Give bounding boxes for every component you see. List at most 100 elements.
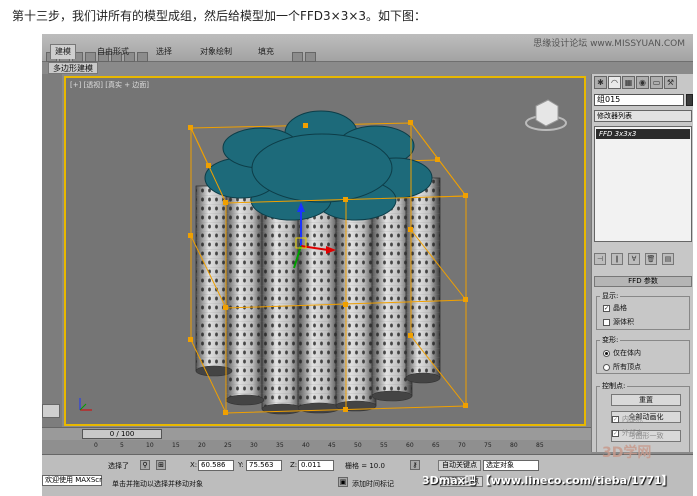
configure-sets-icon[interactable]: ▤ [662,253,674,265]
modify-icon[interactable]: ◠ [608,76,621,89]
tab-object-paint[interactable]: 对象绘制 [200,46,232,57]
x-label: X: [190,461,198,469]
outside-points-label: 外部点 [622,429,643,437]
tab-freeform[interactable]: 自由形式 [97,46,129,57]
z-coordinate-field[interactable]: 0.011 [298,460,334,471]
absolute-mode-icon[interactable]: ⊞ [156,460,166,470]
tick-label: 20 [198,442,206,449]
outside-points-checkbox[interactable]: ✓ 外部点 [612,428,643,438]
tick-label: 65 [432,442,440,449]
deform-group: 变形: 仅在体内 所有顶点 [596,335,690,374]
source-volume-checkbox[interactable]: 源体积 [603,317,634,327]
selection-count: 选择了 [108,462,129,470]
site-logo-watermark: 3D学网 [602,445,652,461]
lattice-checkbox[interactable]: ✓ 晶格 [603,303,627,313]
tick-label: 5 [120,442,124,449]
reset-button[interactable]: 重置 [611,394,681,406]
tick-label: 35 [276,442,284,449]
control-points-group-title: 控制点: [600,381,628,391]
ribbon: 建模 自由形式 选择 对象绘制 填充 思缘设计论坛 www.MISSYUAN.C… [42,34,693,62]
display-icon[interactable]: ▭ [650,76,663,89]
utilities-icon[interactable]: ⚒ [664,76,677,89]
maxscript-listener[interactable]: 欢迎使用 MAXScr [42,475,102,486]
perspective-viewport[interactable]: [+] [透视] [真实 + 边面] [64,76,586,426]
left-gutter [42,74,62,429]
tutorial-caption: 第十三步，我们讲所有的模型成组，然后给模型加一个FFD3×3×3。如下图： [12,9,427,23]
command-panel: ✱ ◠ ▦ ◉ ▭ ⚒ 组015 修改器列表 FFD 3x3x3 ⊣ ∥ ∀ 🗑 ▤ FFD 参数… [591,74,693,452]
modifier-list-dropdown[interactable]: 修改器列表 [594,110,692,122]
lattice-label: 晶格 [613,304,627,312]
object-name-field[interactable]: 组015 [594,94,684,106]
screenshot-root: 第十三步，我们讲所有的模型成组，然后给模型加一个FFD3×3×3。如下图： 建模… [0,0,697,496]
y-coordinate-field[interactable]: 75.563 [246,460,282,471]
tieba-watermark: 3Dmax吧 【www.lineco.com/tieba/1771】 [422,474,673,487]
key-icon[interactable]: ⚷ [410,460,420,470]
y-label: Y: [238,461,244,469]
tick-label: 55 [380,442,388,449]
time-slider[interactable]: 0 / 100 [82,429,162,439]
forum-watermark: 思缘设计论坛 www.MISSYUAN.COM [533,39,685,49]
radio-empty-icon [603,363,610,371]
ribbon-extra-icons[interactable] [292,47,342,62]
display-group-title: 显示: [600,291,621,301]
axis-tripod-icon [79,398,92,411]
ffd-params-rollout[interactable]: FFD 参数 [594,276,692,287]
viewcube-icon [525,99,567,131]
create-icon[interactable]: ✱ [594,76,607,89]
grid-size: 栅格 = 10.0 [345,462,385,470]
max-window: 建模 自由形式 选择 对象绘制 填充 思缘设计论坛 www.MISSYUAN.C… [42,34,693,496]
tab-populate[interactable]: 填充 [258,46,274,57]
hierarchy-icon[interactable]: ▦ [622,76,635,89]
lock-selection-icon[interactable]: ⚲ [140,460,150,470]
tick-label: 0 [94,442,98,449]
modifier-stack[interactable]: FFD 3x3x3 [594,126,692,242]
tick-label: 15 [172,442,180,449]
viewport-toggle-button[interactable] [42,404,60,418]
only-in-volume-label: 仅在体内 [613,349,641,357]
auto-key-button[interactable]: 自动关键点 [438,460,481,471]
display-group: 显示: ✓ 晶格 源体积 [596,291,690,330]
scene-render [79,99,567,415]
tick-label: 75 [484,442,492,449]
tick-label: 45 [328,442,336,449]
all-vertices-radio[interactable]: 所有顶点 [603,362,641,372]
tick-label: 50 [354,442,362,449]
object-color-swatch[interactable] [686,94,693,106]
x-coordinate-field[interactable]: 60.586 [198,460,234,471]
deform-group-title: 变形: [600,335,621,345]
prompt-line: 单击并拖动以选择并移动对象 [112,480,203,488]
only-in-volume-radio[interactable]: 仅在体内 [603,348,641,358]
tab-modeling[interactable]: 建模 [50,44,76,59]
pin-stack-icon[interactable]: ⊣ [594,253,606,265]
selection-set-dropdown[interactable]: 选定对象 [483,460,539,471]
add-time-tag[interactable]: 添加时间标记 [352,479,394,489]
show-end-result-icon[interactable]: ∥ [611,253,623,265]
time-tag-icon[interactable]: ▣ [338,477,348,487]
tick-label: 70 [458,442,466,449]
rollout-title: FFD 参数 [628,277,658,285]
checkbox-checked-icon: ✓ [603,304,610,312]
tab-selection[interactable]: 选择 [156,46,172,57]
stack-item-ffd[interactable]: FFD 3x3x3 [596,129,690,139]
radio-selected-icon [603,349,610,357]
tick-label: 60 [406,442,414,449]
checkbox-disabled-icon: ✓ [612,415,619,423]
motion-icon[interactable]: ◉ [636,76,649,89]
tick-label: 40 [302,442,310,449]
stack-tools: ⊣ ∥ ∀ 🗑 ▤ [594,246,692,265]
tick-label: 25 [224,442,232,449]
source-volume-label: 源体积 [613,318,634,326]
make-unique-icon[interactable]: ∀ [628,253,640,265]
z-label: Z: [290,461,298,469]
stack-item-label: FFD 3x3x3 [599,130,637,138]
inside-points-checkbox[interactable]: ✓ 内部点 [612,414,643,424]
tab-polygon-modeling[interactable]: 多边形建模 [48,62,98,74]
tick-label: 85 [536,442,544,449]
inside-points-label: 内部点 [622,415,643,423]
track-bar[interactable]: 0 5 10 15 20 25 30 35 40 45 50 55 60 65 … [42,440,591,454]
all-vertices-label: 所有顶点 [613,363,641,371]
checkbox-disabled-icon: ✓ [612,429,619,437]
tick-label: 10 [146,442,154,449]
tick-label: 30 [250,442,258,449]
remove-modifier-icon[interactable]: 🗑 [645,253,657,265]
